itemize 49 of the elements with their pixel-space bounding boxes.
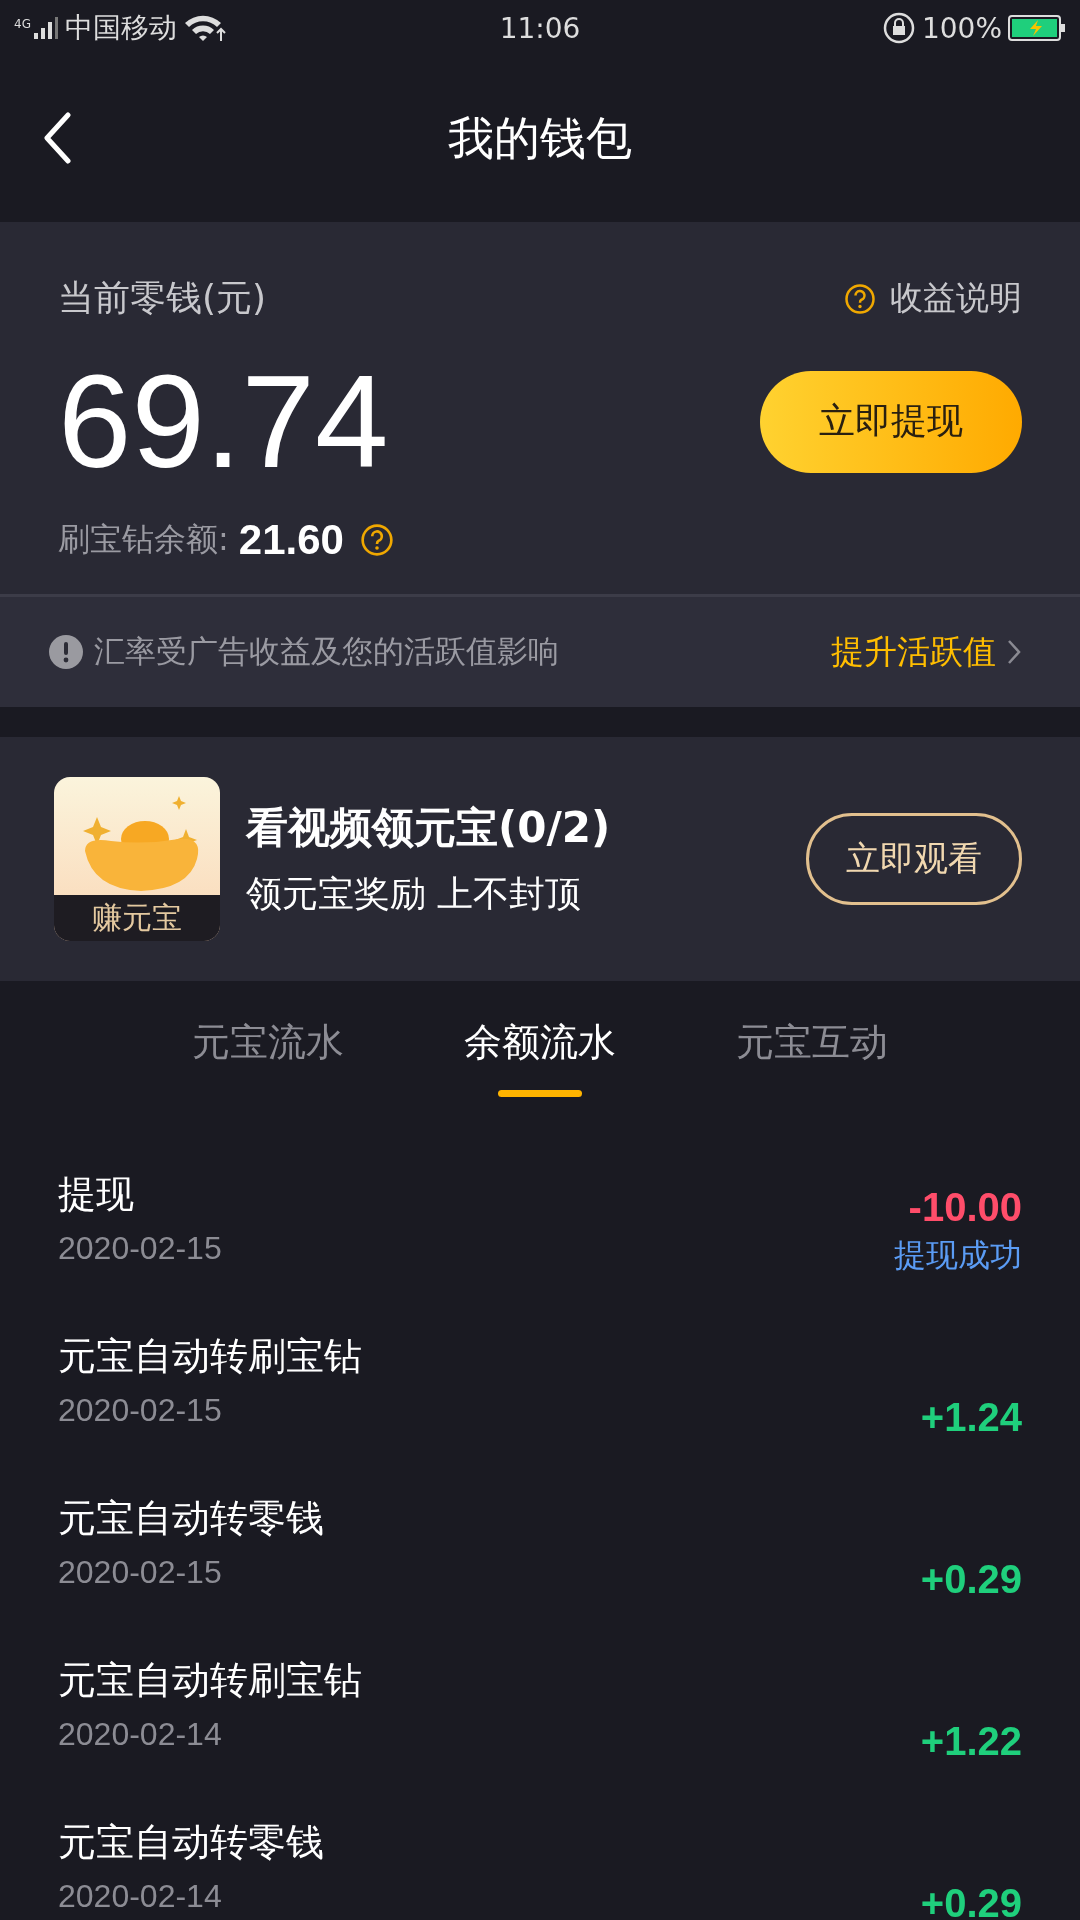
transaction-date: 2020-02-14 [58,1878,223,1916]
promo-subtitle: 领元宝奖励 上不封顶 [246,871,583,916]
battery-percentage: 100% [921,11,1002,45]
watch-now-button[interactable]: 立即观看 [806,813,1022,906]
battery-icon [1008,14,1066,42]
tab[interactable]: 元宝流水 [192,1017,344,1069]
promo-title: 看视频领元宝(0/2) [246,801,612,854]
earn-ingot-label: 赚元宝 [54,895,220,942]
transaction-amount: +1.24 [920,1395,1022,1441]
earn-ingot-tile[interactable]: 赚元宝 [54,777,220,942]
transaction-title: 元宝自动转刷宝钻 [58,1657,362,1705]
transaction-row[interactable]: 元宝自动转零钱 2020-02-15 +0.29 [58,1493,1022,1656]
transaction-amount: +0.29 [920,1881,1022,1920]
transaction-status: 提现成功 [894,1235,1022,1277]
transaction-title: 元宝自动转零钱 [58,1819,324,1867]
tab[interactable]: 元宝互动 [736,1017,888,1069]
transaction-date: 2020-02-15 [58,1230,222,1268]
transaction-title: 元宝自动转零钱 [58,1495,324,1543]
back-icon[interactable] [42,112,72,164]
diamond-balance-label: 刷宝钻余额: [58,519,229,561]
transaction-row[interactable]: 元宝自动转刷宝钻 2020-02-14 +1.22 [58,1655,1022,1818]
transaction-row[interactable]: 元宝自动转零钱 2020-02-14 +0.29 [58,1817,1022,1920]
network-type: 4G [14,17,31,31]
transaction-title: 元宝自动转刷宝钻 [58,1333,362,1381]
balance-label: 当前零钱(元) [58,276,267,320]
boost-activity-link[interactable]: 提升活跃值 [831,629,996,675]
notice-text: 汇率受广告收益及您的活跃值影响 [94,632,560,672]
tab[interactable]: 余额流水 [464,1017,616,1069]
transaction-amount: +0.29 [920,1557,1022,1603]
rotation-lock-icon [881,11,916,45]
help-icon[interactable] [844,282,876,315]
transaction-row[interactable]: 元宝自动转刷宝钻 2020-02-15 +1.24 [58,1331,1022,1494]
page-title: 我的钱包 [448,110,632,167]
carrier-name: 中国移动 [64,10,177,46]
clock-time: 11:06 [499,11,581,45]
warning-icon [48,634,84,671]
balance-amount: 69.74 [58,349,389,495]
transaction-date: 2020-02-14 [58,1716,223,1754]
signal-icon [32,15,59,41]
transaction-amount: +1.22 [920,1719,1022,1765]
transaction-date: 2020-02-15 [58,1554,223,1592]
earnings-help-link[interactable]: 收益说明 [844,276,1022,321]
transaction-date: 2020-02-15 [58,1392,223,1430]
diamond-balance-amount: 21.60 [238,516,344,565]
transaction-amount: -10.00 [908,1185,1022,1231]
help-icon[interactable] [359,523,394,558]
transaction-row[interactable]: 提现 2020-02-15 -10.00 提现成功 [58,1169,1022,1332]
withdraw-button[interactable]: 立即提现 [760,370,1022,473]
transaction-title: 提现 [58,1171,135,1219]
